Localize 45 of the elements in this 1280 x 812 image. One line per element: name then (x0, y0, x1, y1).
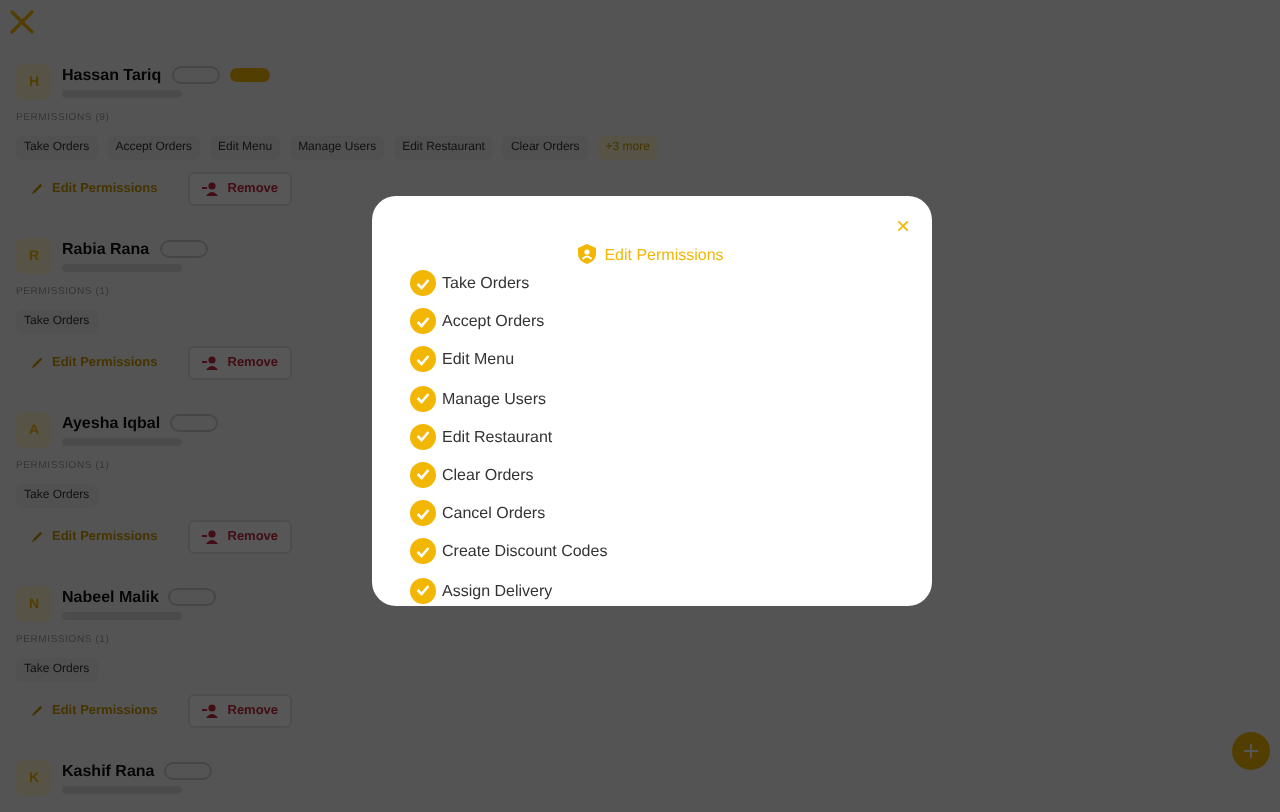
permission-option: Assign Delivery (442, 581, 553, 599)
plus-icon (1244, 744, 1258, 758)
remove-user-icon (201, 356, 220, 370)
checkbox[interactable] (410, 423, 436, 450)
permission-option: Cancel Orders (442, 504, 546, 523)
checkmark-icon (416, 468, 430, 481)
pencil-icon (30, 530, 44, 544)
member-name: Ayesha Iqbal (62, 414, 161, 432)
checkmark-icon (416, 353, 430, 366)
checkbox[interactable] (410, 461, 436, 488)
member-name: Kashif Rana (62, 762, 155, 780)
permission-option: Edit Menu (442, 350, 515, 369)
member-name: Hassan Tariq (62, 66, 162, 84)
pencil-icon (30, 356, 44, 370)
checkbox[interactable] (410, 538, 436, 565)
checkmark-icon (416, 507, 430, 520)
checkbox[interactable] (410, 270, 436, 296)
member-name: Rabia Rana (62, 240, 150, 258)
permission-option: Take Orders (442, 274, 530, 292)
checkmark-icon (416, 392, 430, 405)
member-name: Nabeel Malik (62, 588, 159, 606)
checkmark-icon (416, 277, 430, 289)
permission-option: Clear Orders (442, 465, 534, 484)
pencil-icon (30, 182, 44, 196)
checkbox[interactable] (410, 346, 436, 373)
remove-user-icon (201, 530, 220, 544)
checkmark-icon (416, 315, 430, 328)
checkmark-icon (416, 545, 430, 558)
pencil-icon (30, 704, 44, 718)
checkmark-icon (416, 430, 430, 443)
permission-option: Create Discount Codes (442, 542, 608, 561)
checkbox[interactable] (410, 577, 436, 603)
checkbox[interactable] (410, 500, 436, 527)
add-button[interactable] (1232, 732, 1270, 770)
user-shield-icon (578, 244, 597, 264)
remove-user-icon (201, 704, 220, 718)
checkmark-icon (416, 584, 430, 596)
checkbox[interactable] (410, 308, 436, 335)
close-button[interactable]: × (895, 216, 910, 236)
permission-option: Edit Restaurant (442, 427, 553, 446)
permission-option: Manage Users (442, 389, 547, 408)
remove-user-icon (201, 182, 220, 196)
checkbox[interactable] (410, 385, 436, 412)
permission-option: Accept Orders (442, 312, 545, 331)
dialog-title: Edit Permissions (604, 245, 724, 263)
